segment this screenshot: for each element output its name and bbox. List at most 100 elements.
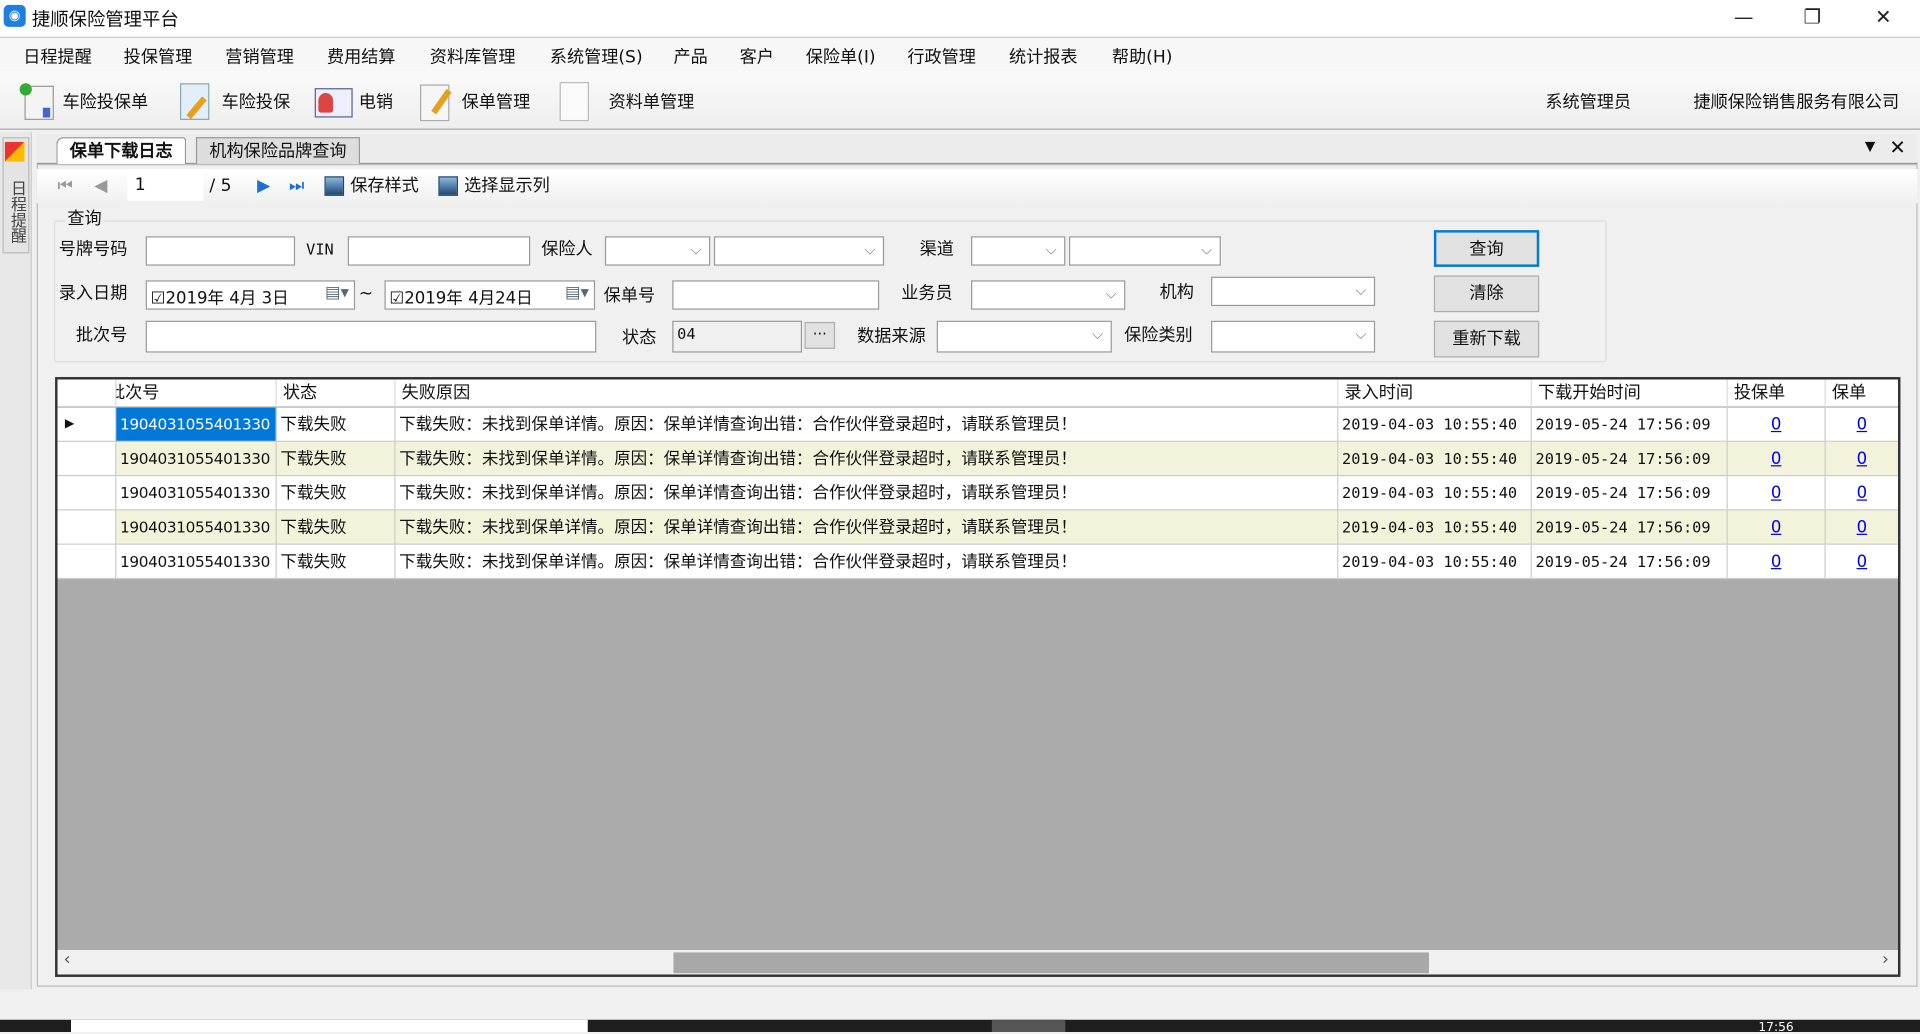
date-from-checkbox[interactable]: ☑ bbox=[151, 289, 166, 309]
scroll-right-icon[interactable]: › bbox=[1882, 950, 1889, 970]
log-grid: 批次号状态失败原因录入时间下载开始时间投保单保单 ▶ 190403105540133… bbox=[55, 377, 1901, 977]
first-page-icon[interactable]: ⏮ bbox=[58, 174, 73, 198]
menu-admin[interactable]: 行政管理 bbox=[907, 44, 976, 68]
menu-library[interactable]: 资料库管理 bbox=[430, 44, 516, 68]
header-col-batch-no[interactable]: 批次号 bbox=[116, 379, 277, 408]
last-page-icon[interactable]: ⏭ bbox=[289, 174, 304, 198]
menu-policy[interactable]: 保险单(I) bbox=[806, 44, 876, 68]
col-policy-cell[interactable]: 0 bbox=[1825, 407, 1898, 442]
toolbar-car-proposal[interactable]: 车险投保单 bbox=[17, 81, 148, 123]
menu-insure[interactable]: 投保管理 bbox=[124, 44, 193, 68]
scrollbar-thumb[interactable] bbox=[673, 952, 1429, 974]
menu-help[interactable]: 帮助(H) bbox=[1112, 44, 1173, 68]
date-to-checkbox[interactable]: ☑ bbox=[389, 289, 404, 309]
row-selector[interactable]: ▶ bbox=[57, 407, 117, 442]
date-from-picker[interactable]: ☑2019年 4月 3日 ▤▾ bbox=[145, 280, 356, 310]
header-col-entry-time[interactable]: 录入时间 bbox=[1338, 379, 1532, 408]
source-select[interactable] bbox=[936, 320, 1112, 353]
col-batch-no-cell: 1904031055401330 bbox=[116, 544, 277, 580]
toolbar-policy-mgmt[interactable]: 保单管理 bbox=[416, 81, 530, 123]
insured-sub-select[interactable] bbox=[713, 236, 885, 266]
row-selector[interactable] bbox=[57, 441, 117, 477]
channel-sub-select[interactable] bbox=[1068, 236, 1221, 266]
col-entry-time-cell: 2019-04-03 10:55:40 bbox=[1338, 476, 1532, 511]
col-entry-time-cell: 2019-04-03 10:55:40 bbox=[1338, 544, 1532, 580]
plate-input[interactable] bbox=[145, 236, 296, 266]
left-dock bbox=[0, 132, 32, 990]
ins-type-select[interactable] bbox=[1211, 320, 1376, 353]
menu-customer[interactable]: 客户 bbox=[740, 44, 774, 68]
choose-columns-button[interactable]: 选择显示列 bbox=[464, 174, 550, 198]
next-page-icon[interactable]: ▶ bbox=[257, 174, 270, 198]
col-download-start-cell: 2019-05-24 17:56:09 bbox=[1531, 544, 1728, 580]
clear-button[interactable]: 清除 bbox=[1433, 275, 1540, 313]
row-header-corner bbox=[57, 379, 117, 408]
col-proposal-cell[interactable]: 0 bbox=[1727, 510, 1826, 545]
row-selector[interactable] bbox=[57, 510, 117, 545]
tab-brand-query[interactable]: 机构保险品牌查询 bbox=[195, 137, 361, 165]
row-selector[interactable] bbox=[57, 476, 117, 511]
restore-button[interactable]: ❐ bbox=[1785, 2, 1839, 31]
menu-product[interactable]: 产品 bbox=[673, 44, 707, 68]
taskbar-app[interactable] bbox=[991, 1019, 1066, 1033]
channel-select[interactable] bbox=[971, 236, 1066, 266]
header-col-policy[interactable]: 保单 bbox=[1825, 379, 1898, 408]
choose-columns-icon bbox=[438, 176, 458, 196]
menu-fees[interactable]: 费用结算 bbox=[327, 44, 396, 68]
horizontal-scrollbar[interactable]: ‹ › bbox=[57, 949, 1898, 975]
vin-input[interactable] bbox=[347, 236, 531, 266]
col-policy-cell[interactable]: 0 bbox=[1825, 544, 1898, 580]
insured-select[interactable] bbox=[604, 236, 711, 266]
minimize-button[interactable]: — bbox=[1717, 2, 1771, 31]
menu-reports[interactable]: 统计报表 bbox=[1009, 44, 1078, 68]
save-style-button[interactable]: 保存样式 bbox=[350, 174, 419, 198]
col-policy-cell[interactable]: 0 bbox=[1825, 510, 1898, 545]
date-separator: ~ bbox=[358, 284, 374, 304]
scroll-left-icon[interactable]: ‹ bbox=[64, 950, 71, 970]
salesman-select[interactable] bbox=[971, 280, 1126, 310]
page-input[interactable]: 1 bbox=[127, 171, 204, 201]
status-more-button[interactable]: ··· bbox=[804, 321, 836, 349]
col-download-start-cell: 2019-05-24 17:56:09 bbox=[1531, 407, 1728, 442]
org-select[interactable] bbox=[1211, 276, 1376, 307]
col-status-cell: 下载失败 bbox=[276, 407, 396, 442]
col-proposal-cell[interactable]: 0 bbox=[1727, 441, 1826, 477]
col-proposal-cell[interactable]: 0 bbox=[1727, 476, 1826, 511]
toolbar-car-insure[interactable]: 车险投保 bbox=[176, 81, 290, 123]
policy-no-input[interactable] bbox=[672, 280, 880, 310]
search-button[interactable]: 查询 bbox=[1433, 230, 1540, 267]
toolbar-docs-mgmt[interactable]: 资料单管理 bbox=[558, 81, 694, 123]
menu-marketing[interactable]: 营销管理 bbox=[225, 44, 294, 68]
menu-system[interactable]: 系统管理(S) bbox=[550, 44, 643, 68]
col-proposal-cell[interactable]: 0 bbox=[1727, 544, 1826, 580]
calendar-dropdown-icon[interactable]: ▤▾ bbox=[565, 283, 589, 303]
row-selector[interactable] bbox=[57, 544, 117, 580]
close-tab-icon[interactable]: ✕ bbox=[1889, 136, 1905, 159]
batch-input[interactable] bbox=[145, 320, 597, 353]
redownload-button[interactable]: 重新下载 bbox=[1433, 320, 1540, 358]
toolbar-telesales[interactable]: 电销 bbox=[313, 81, 393, 123]
date-to-picker[interactable]: ☑2019年 4月24日 ▤▾ bbox=[384, 280, 596, 310]
title-bar: ◉ 捷顺保险管理平台 — ❐ ✕ bbox=[0, 0, 1920, 37]
calendar-sheet-icon bbox=[17, 81, 56, 123]
tab-list-dropdown-icon[interactable]: ▼ bbox=[1865, 138, 1875, 154]
header-col-download-start[interactable]: 下载开始时间 bbox=[1531, 379, 1728, 408]
close-button[interactable]: ✕ bbox=[1856, 2, 1910, 31]
col-fail-reason-cell: 下载失败：未找到保单详情。原因：保单详情查询出错：合作伙伴登录超时，请联系管理员… bbox=[395, 476, 1339, 511]
prev-page-icon[interactable]: ◀ bbox=[94, 174, 107, 198]
status-input[interactable]: 04 bbox=[672, 320, 803, 353]
col-batch-no-cell: 1904031055401330 bbox=[116, 510, 277, 545]
header-col-proposal[interactable]: 投保单 bbox=[1727, 379, 1826, 408]
header-col-fail-reason[interactable]: 失败原因 bbox=[395, 379, 1339, 408]
col-policy-cell[interactable]: 0 bbox=[1825, 476, 1898, 511]
tab-download-log[interactable]: 保单下载日志 bbox=[56, 137, 187, 165]
page-total: / 5 bbox=[209, 176, 232, 196]
taskbar-search[interactable] bbox=[71, 1019, 588, 1033]
col-policy-cell[interactable]: 0 bbox=[1825, 441, 1898, 477]
menu-schedule[interactable]: 日程提醒 bbox=[23, 44, 92, 68]
calendar-dropdown-icon[interactable]: ▤▾ bbox=[325, 283, 349, 303]
header-col-status[interactable]: 状态 bbox=[276, 379, 396, 408]
col-proposal-cell[interactable]: 0 bbox=[1727, 407, 1826, 442]
document-pencil-icon bbox=[176, 81, 215, 123]
org-label: 机构 bbox=[1159, 282, 1194, 303]
